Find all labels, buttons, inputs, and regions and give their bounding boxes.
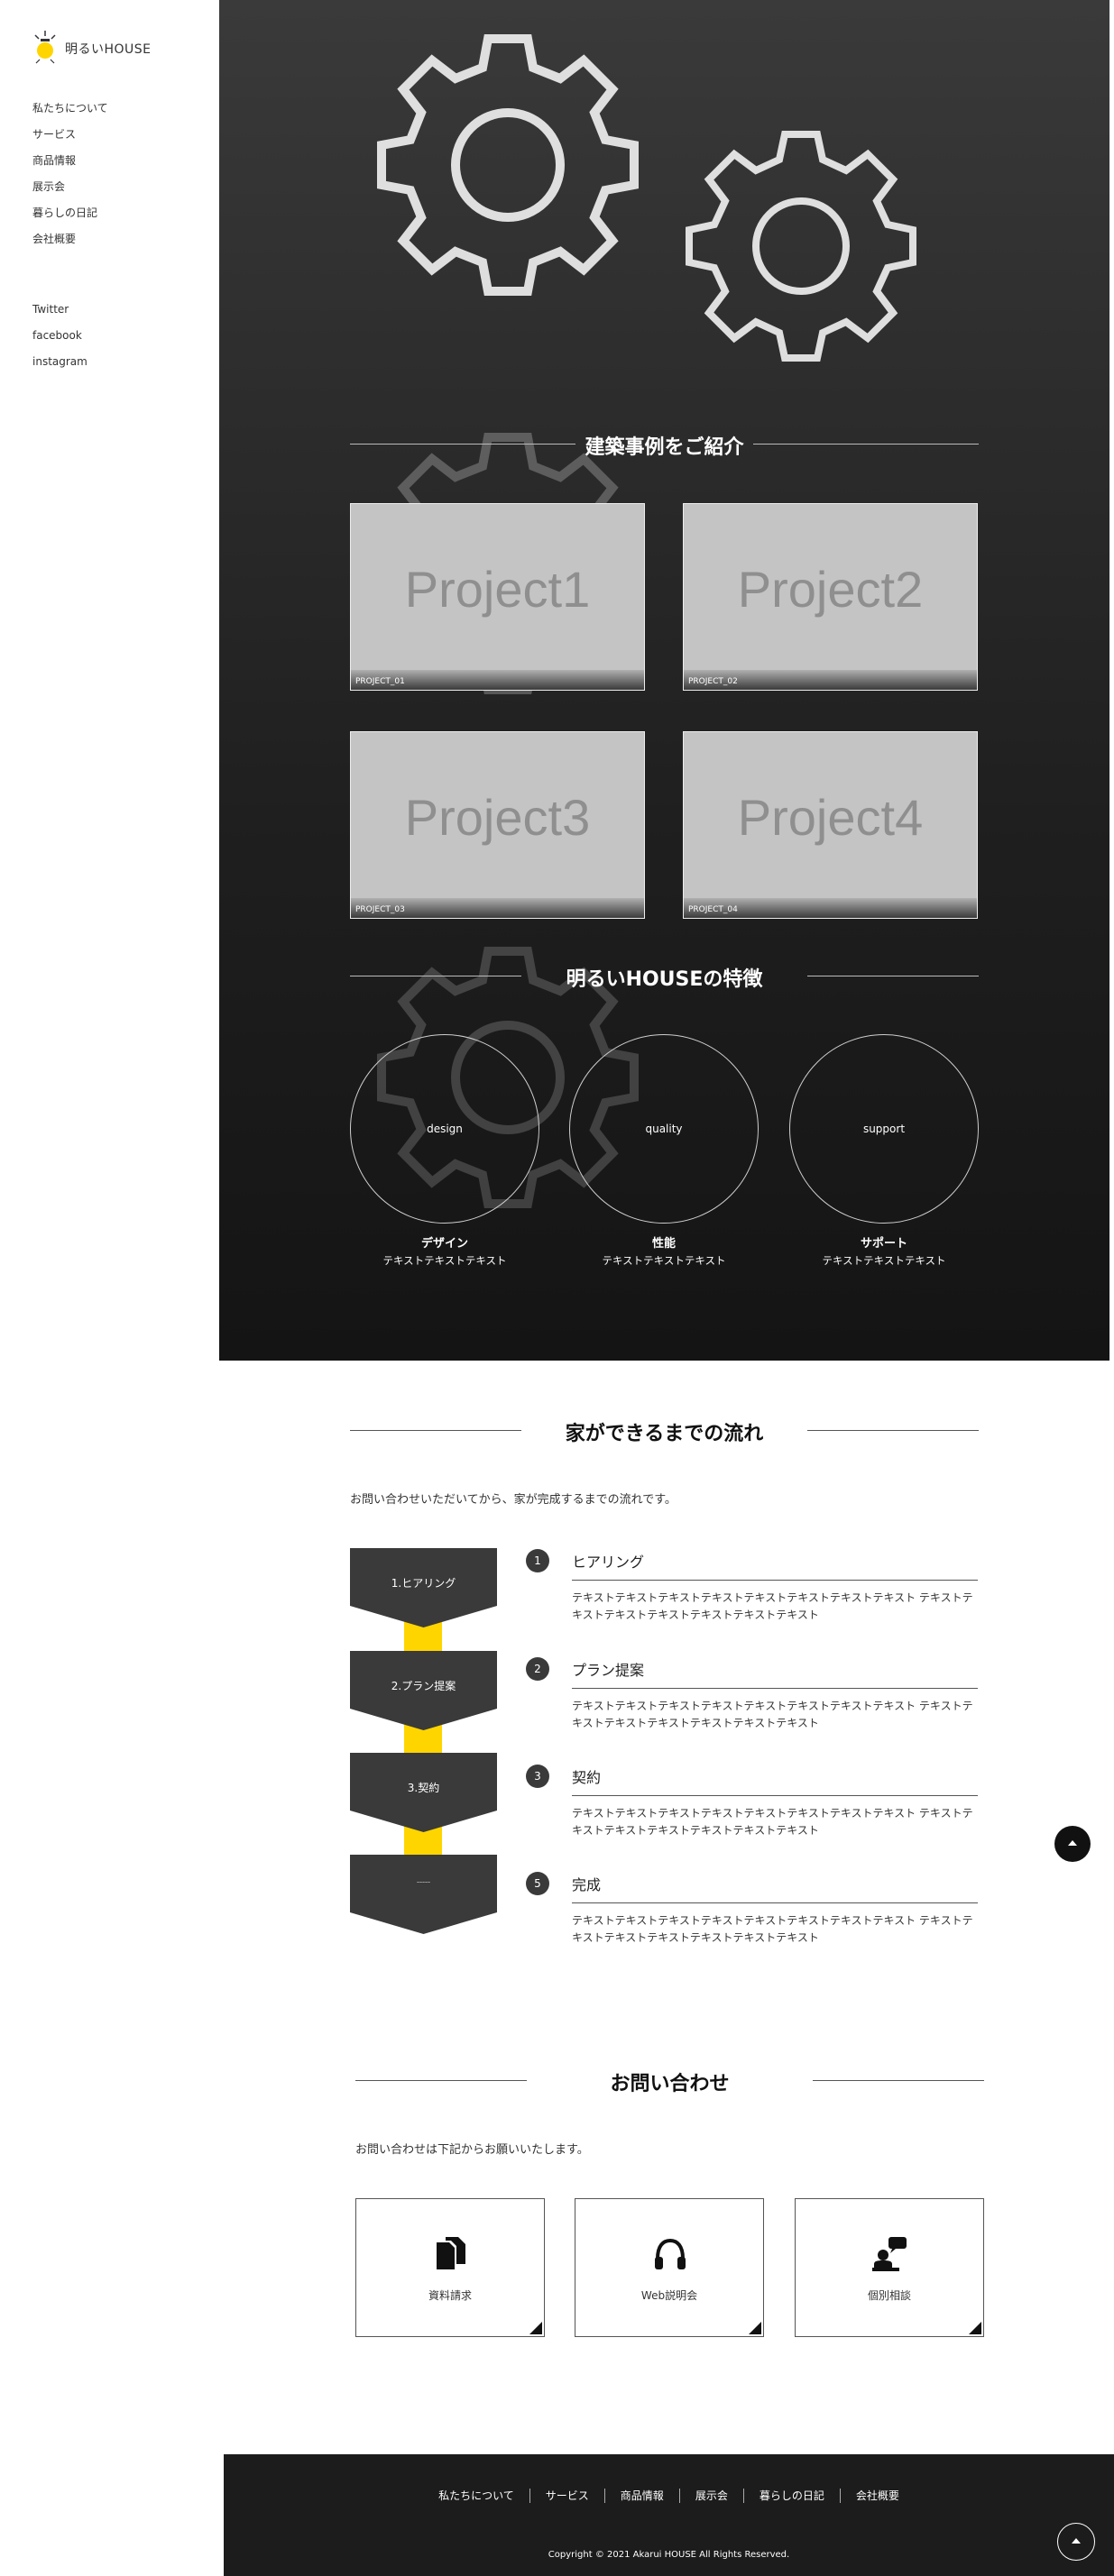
headphones-icon <box>655 2238 686 2269</box>
footer-nav-item[interactable]: 展示会 <box>678 2489 743 2503</box>
copyright: Copyright © 2021 Akarui HOUSE All Rights… <box>548 2550 790 2560</box>
side-nav-item[interactable]: 暮らしの日記 <box>32 204 108 230</box>
footer-nav-item[interactable]: 会社概要 <box>839 2489 915 2503</box>
side-nav-item[interactable]: 商品情報 <box>32 151 108 178</box>
project-code: PROJECT_02 <box>688 677 738 686</box>
sidebar: 明るいHOUSE 私たちについて サービス 商品情報 展示会 暮らしの日記 会社… <box>0 0 219 379</box>
step-text: テキストテキストテキストテキストテキストテキストテキストテキスト テキストテキス… <box>572 1807 973 1837</box>
lightbulb-icon <box>32 31 58 67</box>
gear-illustration-large <box>377 34 639 296</box>
step-number: 2 <box>526 1657 549 1681</box>
project-code: PROJECT_04 <box>688 905 738 914</box>
contact-card-label: 資料請求 <box>428 2289 472 2302</box>
instagram-link[interactable]: instagram <box>32 353 87 379</box>
caret-up-icon <box>1068 1840 1077 1846</box>
footer-nav-item[interactable]: 暮らしの日記 <box>742 2489 840 2503</box>
chevron-label: 2.プラン提案 <box>391 1680 456 1692</box>
side-nav-item[interactable]: サービス <box>32 125 108 151</box>
side-nav: 私たちについて サービス 商品情報 展示会 暮らしの日記 会社概要 <box>32 99 108 256</box>
flow-title: 家ができるまでの流れ <box>565 1423 764 1445</box>
corner-arrow-icon <box>749 2322 761 2334</box>
feature-name: サポート <box>860 1237 907 1251</box>
feature-circle-design: design <box>350 1034 539 1224</box>
logo-text: 明るいHOUSE <box>65 42 152 57</box>
step-divider <box>572 1580 978 1581</box>
step-number: 5 <box>526 1872 549 1895</box>
page: 明るいHOUSE 私たちについて サービス 商品情報 展示会 暮らしの日記 会社… <box>0 0 1114 2576</box>
project-card[interactable]: Project2 PROJECT_02 <box>683 503 978 691</box>
footer-nav: 私たちについて サービス 商品情報 展示会 暮らしの日記 会社概要 <box>224 2489 1114 2503</box>
flow-chevron[interactable]: ｰｰｰｰｰ <box>350 1855 497 1934</box>
corner-arrow-icon <box>529 2322 542 2334</box>
step-number: 3 <box>526 1765 549 1788</box>
works-title: 建築事例をご紹介 <box>585 436 744 459</box>
feature-circle-support: support <box>789 1034 979 1224</box>
chevron-label: 1.ヒアリング <box>391 1577 456 1590</box>
consult-icon <box>872 2237 907 2271</box>
feature-text: テキストテキストテキスト <box>382 1254 507 1267</box>
step-text: テキストテキストテキストテキストテキストテキストテキストテキスト テキストテキス… <box>572 1914 973 1944</box>
flow-chevron[interactable]: 1.ヒアリング <box>350 1548 497 1627</box>
contact-card-label: 個別相談 <box>867 2289 911 2302</box>
chevron-shape <box>350 1855 497 1934</box>
step-title: 契約 <box>572 1769 602 1786</box>
contact-card-label: Web説明会 <box>640 2289 698 2302</box>
contact-title: お問い合わせ <box>610 2073 730 2095</box>
project-code: PROJECT_01 <box>355 677 405 686</box>
project-title: Project3 <box>404 789 591 846</box>
project-title: Project1 <box>404 561 591 618</box>
contact-card-brochure[interactable]: 資料請求 <box>355 2198 545 2337</box>
page-top-button[interactable] <box>1054 1826 1091 1862</box>
document-icon <box>437 2237 465 2269</box>
project-title: Project2 <box>737 561 924 618</box>
chevron-label: 3.契約 <box>407 1782 440 1794</box>
logo[interactable]: 明るいHOUSE <box>32 31 152 67</box>
step-title: ヒアリング <box>572 1554 645 1571</box>
facebook-link[interactable]: facebook <box>32 326 87 353</box>
side-nav-item[interactable]: 私たちについて <box>32 99 108 125</box>
footer-nav-item[interactable]: 商品情報 <box>603 2489 679 2503</box>
gear-illustration-small <box>686 131 916 362</box>
flow-chevron[interactable]: 3.契約 <box>350 1753 497 1832</box>
corner-arrow-icon <box>969 2322 981 2334</box>
flow-chevron[interactable]: 2.プラン提案 <box>350 1651 497 1730</box>
hero-section: 建築事例をご紹介 Project1 PROJECT_01 Project2 PR… <box>219 0 1109 1361</box>
twitter-link[interactable]: Twitter <box>32 300 87 326</box>
contact-card-web-seminar[interactable]: Web説明会 <box>575 2198 764 2337</box>
step-title: 完成 <box>572 1876 602 1893</box>
project-card[interactable]: Project3 PROJECT_03 <box>350 731 645 919</box>
step-divider <box>572 1688 978 1689</box>
social-links: Twitter facebook instagram <box>32 300 87 379</box>
step-text: テキストテキストテキストテキストテキストテキストテキストテキスト テキストテキス… <box>572 1700 973 1729</box>
footer: 私たちについて サービス 商品情報 展示会 暮らしの日記 会社概要 Copyri… <box>224 2454 1114 2576</box>
feature-name: 性能 <box>651 1237 676 1251</box>
footer-nav-item[interactable]: 私たちについて <box>423 2489 529 2503</box>
flow-lead: お問い合わせいただいてから、家が完成するまでの流れです。 <box>350 1493 677 1507</box>
project-card[interactable]: Project4 PROJECT_04 <box>683 731 978 919</box>
step-divider <box>572 1795 978 1796</box>
chevron-label: ｰｰｰｰｰ <box>416 1880 430 1886</box>
step-divider <box>572 1902 978 1903</box>
features-title: 明るいHOUSEの特徴 <box>566 968 763 991</box>
feature-text: テキストテキストテキスト <box>602 1254 726 1267</box>
feature-text: テキストテキストテキスト <box>822 1254 946 1267</box>
project-title: Project4 <box>737 789 924 846</box>
step-text: テキストテキストテキストテキストテキストテキストテキストテキスト テキストテキス… <box>572 1591 973 1621</box>
feature-name: デザイン <box>420 1237 468 1251</box>
contact-lead: お問い合わせは下記からお願いいたします。 <box>355 2143 589 2157</box>
project-card[interactable]: Project1 PROJECT_01 <box>350 503 645 691</box>
feature-circle-quality: quality <box>569 1034 759 1224</box>
project-code: PROJECT_03 <box>355 905 405 914</box>
step-title: プラン提案 <box>572 1662 645 1679</box>
side-nav-item[interactable]: 展示会 <box>32 178 108 204</box>
contact-card-consultation[interactable]: 個別相談 <box>795 2198 984 2337</box>
footer-nav-item[interactable]: サービス <box>529 2489 604 2503</box>
step-number: 1 <box>526 1549 549 1572</box>
side-nav-item[interactable]: 会社概要 <box>32 230 108 256</box>
